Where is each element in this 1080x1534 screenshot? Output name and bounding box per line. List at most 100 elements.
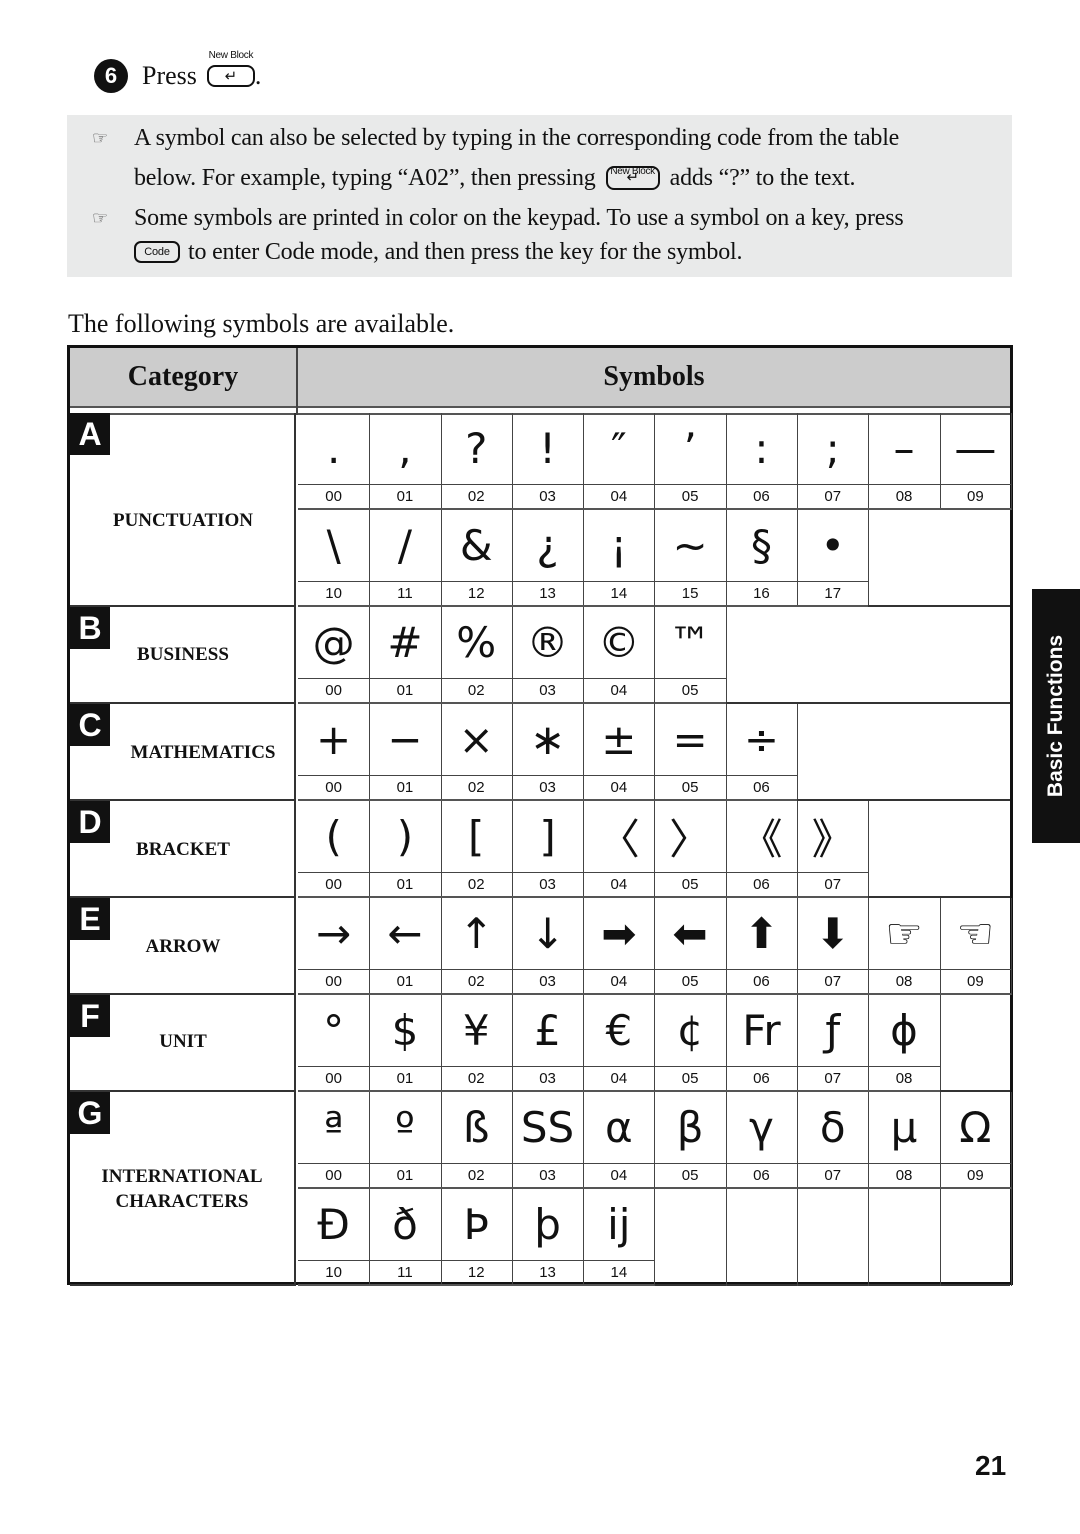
symbol-code: 07 — [797, 1164, 870, 1189]
symbol-cell: ↑ — [440, 898, 513, 970]
symbol-code: 00 — [298, 970, 371, 995]
symbol-cell: § — [725, 510, 799, 582]
symbol-code: 05 — [654, 679, 727, 704]
symbol-cell: ] — [511, 801, 585, 873]
symbol-code: 02 — [440, 485, 513, 510]
symbol-cell: ! — [511, 413, 585, 485]
symbol-cell: ) — [369, 801, 442, 873]
symbol-cell: – — [868, 413, 941, 485]
symbol-cell: € — [583, 995, 656, 1067]
symbol-code: 15 — [654, 582, 727, 607]
category-letter-badge: G — [70, 1092, 110, 1134]
symbol-cell: γ — [725, 1092, 799, 1164]
note-line: below. For example, typing “A02”, then p… — [134, 165, 596, 191]
symbol-cell: / — [369, 510, 442, 582]
new-block-key: New Block ↵ — [605, 166, 660, 190]
symbol-code: 13 — [511, 582, 585, 607]
symbol-cell: ~ — [654, 510, 727, 582]
category-name: UNIT — [159, 1031, 207, 1052]
symbol-cell: • — [797, 510, 870, 582]
symbol-code: 00 — [298, 485, 371, 510]
symbol-code: 11 — [369, 1261, 442, 1286]
category-name: BRACKET — [136, 839, 230, 860]
symbols-table: Category Symbols A PUNCTUATION. 00, 01? 02! 0… — [67, 345, 1013, 1286]
symbol-cell: £ — [511, 995, 585, 1067]
symbol-cell: × — [440, 704, 513, 776]
symbol-cell: ? — [440, 413, 513, 485]
symbol-cell: SS — [511, 1092, 585, 1164]
empty-cell — [868, 510, 1010, 607]
empty-cell — [725, 607, 1010, 704]
symbol-cell: ¡ — [583, 510, 656, 582]
note-line: to enter Code mode, and then press the k… — [188, 239, 743, 265]
intro-text: The following symbols are available. — [68, 309, 455, 338]
symbol-cell: @ — [298, 607, 371, 679]
grid-divider — [939, 1189, 941, 1286]
symbol-code: 01 — [369, 970, 442, 995]
symbol-cell: ± — [583, 704, 656, 776]
enter-key-icon: ↵ — [206, 65, 255, 87]
symbol-code: 06 — [725, 776, 799, 801]
symbol-code: 04 — [583, 485, 656, 510]
symbol-code: 16 — [725, 582, 799, 607]
symbol-code: 05 — [654, 873, 727, 898]
symbol-code: 11 — [369, 582, 442, 607]
symbol-code: 10 — [298, 582, 371, 607]
symbol-cell: Fr — [725, 995, 799, 1067]
symbol-cell: ( — [298, 801, 371, 873]
symbol-code: 01 — [369, 679, 442, 704]
symbol-code: 03 — [511, 679, 585, 704]
step-instruction: 6 Press New Block ↵ . — [94, 50, 261, 94]
empty-cell — [868, 801, 1010, 898]
empty-cell — [654, 1189, 1010, 1286]
category-cell: C MATHEMATICS — [70, 704, 296, 801]
symbol-code: 02 — [440, 873, 513, 898]
symbol-code: 00 — [298, 776, 371, 801]
page-number: 21 — [975, 1450, 1007, 1481]
symbol-code: 00 — [298, 679, 371, 704]
symbol-code: 05 — [654, 970, 727, 995]
category-cell: A PUNCTUATION — [70, 413, 296, 607]
symbol-cell: → — [298, 898, 371, 970]
symbol-cell: Ω — [939, 1092, 1012, 1164]
symbol-code: 14 — [583, 1261, 656, 1286]
category-name: INTERNATIONAL CHARACTERS — [101, 1166, 263, 1212]
empty-cell — [797, 704, 1010, 801]
symbol-cell: ª — [298, 1092, 371, 1164]
symbol-cell: , — [369, 413, 442, 485]
symbol-code: 06 — [725, 1067, 799, 1092]
code-key-icon: Code — [134, 241, 180, 263]
symbol-cell: ° — [298, 995, 371, 1067]
symbol-code: 12 — [440, 1261, 513, 1286]
symbol-code: 04 — [583, 970, 656, 995]
symbol-cell: ☜ — [939, 898, 1012, 970]
symbol-cell: # — [369, 607, 442, 679]
grid-divider — [725, 1189, 727, 1286]
symbol-code: 07 — [797, 485, 870, 510]
symbol-code: 17 — [797, 582, 870, 607]
note-line: adds “?” to the text. — [669, 165, 856, 191]
symbol-cell: ™ — [654, 607, 727, 679]
symbol-cell: ß — [440, 1092, 513, 1164]
symbol-cell: : — [725, 413, 799, 485]
symbol-cell: ⬇ — [797, 898, 870, 970]
symbol-cell: ➡ — [583, 898, 656, 970]
symbol-code: 03 — [511, 485, 585, 510]
grid-divider — [797, 1189, 799, 1286]
symbol-code: 02 — [440, 1164, 513, 1189]
new-block-key: New Block ↵ — [206, 50, 255, 87]
symbol-cell: Þ — [440, 1189, 513, 1261]
symbol-code: 14 — [583, 582, 656, 607]
symbol-code: 01 — [369, 1067, 442, 1092]
symbol-code: 13 — [511, 1261, 585, 1286]
symbol-code: 08 — [868, 1067, 941, 1092]
symbol-cell: α — [583, 1092, 656, 1164]
symbol-cell: ¢ — [654, 995, 727, 1067]
symbol-code: 05 — [654, 1164, 727, 1189]
symbol-cell: % — [440, 607, 513, 679]
category-name: ARROW — [145, 936, 221, 957]
category-cell: B BUSINESS — [70, 607, 296, 704]
note-line: Some symbols are printed in color on the… — [134, 205, 904, 231]
symbol-cell: + — [298, 704, 371, 776]
notes-box: ☞ A symbol can also be selected by typin… — [67, 115, 1012, 277]
